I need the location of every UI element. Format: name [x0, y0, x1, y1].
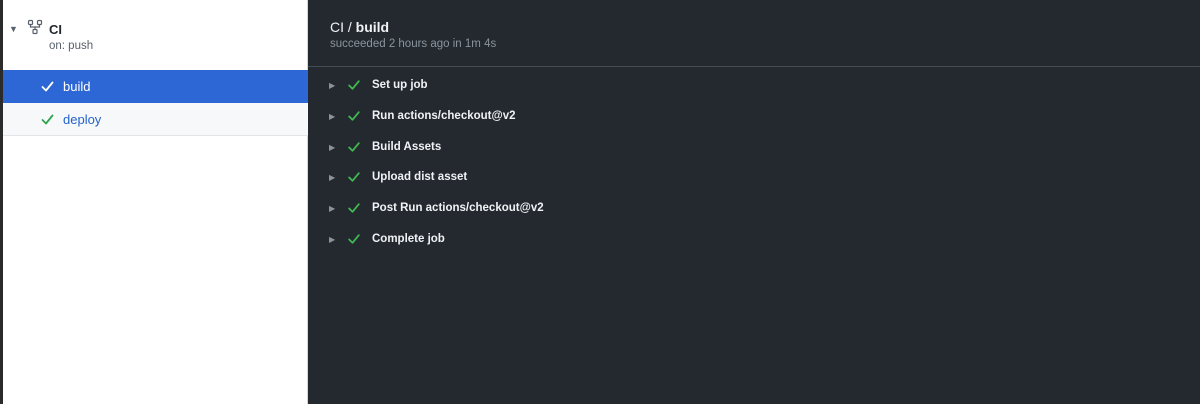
- check-icon: [348, 172, 360, 183]
- step-label: Complete job: [372, 232, 445, 245]
- check-icon: [41, 81, 54, 92]
- job-heading-name: build: [355, 19, 390, 35]
- expand-caret-icon[interactable]: ▶: [329, 81, 335, 90]
- job-heading-prefix: CI /: [330, 19, 356, 35]
- expand-caret-icon[interactable]: ▶: [329, 204, 335, 213]
- job-item-build[interactable]: build: [3, 70, 308, 103]
- check-icon: [41, 114, 54, 125]
- workflow-title: CI: [49, 22, 62, 37]
- job-list: build deploy: [3, 70, 308, 136]
- check-icon: [348, 111, 360, 121]
- collapse-caret-icon[interactable]: ▼: [9, 24, 18, 34]
- step-list: ▶ Set up job ▶ Run actions/checkout@v2 ▶…: [308, 70, 1200, 255]
- job-item-deploy[interactable]: deploy: [3, 103, 308, 136]
- step-label: Post Run actions/checkout@v2: [372, 202, 544, 215]
- step-label: Set up job: [372, 79, 428, 91]
- expand-caret-icon[interactable]: ▶: [329, 173, 335, 182]
- expand-caret-icon[interactable]: ▶: [329, 112, 335, 121]
- job-detail-panel: CI / build succeeded 2 hours ago in 1m 4…: [308, 0, 1200, 404]
- check-icon: [348, 203, 360, 213]
- step-row[interactable]: ▶ Upload dist asset: [308, 162, 1200, 193]
- check-icon: [348, 141, 360, 152]
- step-label: Run actions/checkout@v2: [372, 109, 516, 122]
- job-summary: succeeded 2 hours ago in 1m 4s: [330, 38, 497, 50]
- workflow-icon: [27, 19, 43, 35]
- step-label: Build Assets: [372, 140, 442, 153]
- job-label: deploy: [63, 112, 102, 127]
- job-detail-header: CI / build succeeded 2 hours ago in 1m 4…: [308, 0, 1200, 67]
- expand-caret-icon[interactable]: ▶: [329, 143, 335, 152]
- workflow-trigger: on: push: [49, 40, 94, 52]
- step-row[interactable]: ▶ Set up job: [308, 70, 1200, 101]
- step-row[interactable]: ▶ Build Assets: [308, 132, 1200, 163]
- job-label: build: [63, 79, 91, 94]
- check-icon: [348, 234, 360, 244]
- workflow-sidebar: ▼ CI on: push build deploy: [3, 0, 308, 404]
- workflow-header[interactable]: ▼ CI on: push: [3, 0, 307, 70]
- step-row[interactable]: ▶ Run actions/checkout@v2: [308, 101, 1200, 132]
- step-row[interactable]: ▶ Post Run actions/checkout@v2: [308, 193, 1200, 224]
- step-label: Upload dist asset: [372, 171, 468, 184]
- job-heading: CI / build: [330, 19, 389, 35]
- check-icon: [348, 80, 360, 90]
- step-row[interactable]: ▶ Complete job: [308, 224, 1200, 255]
- expand-caret-icon[interactable]: ▶: [329, 235, 335, 244]
